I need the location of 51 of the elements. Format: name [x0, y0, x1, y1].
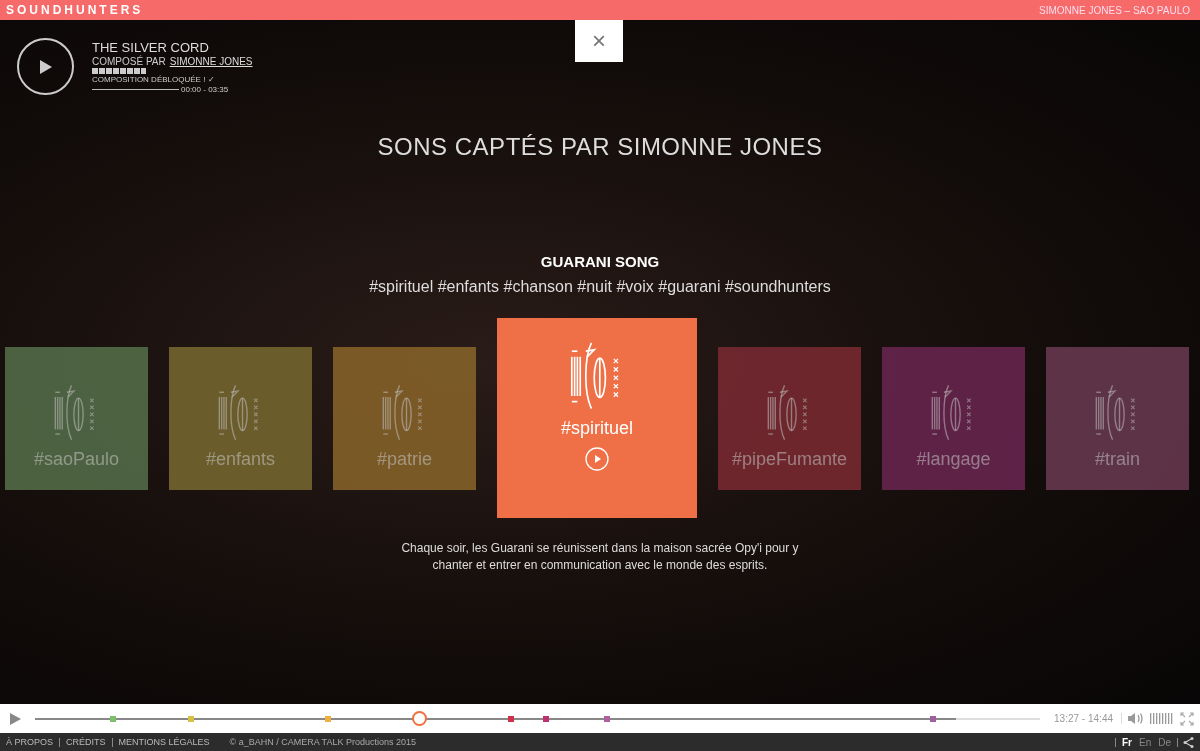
footer-link[interactable]: À PROPOS — [6, 737, 59, 747]
timeline-time: 13:27 - 14:44 — [1054, 713, 1122, 724]
timeline-marker[interactable] — [110, 715, 117, 722]
tile-label: #train — [1095, 448, 1140, 470]
section-heading: SONS CAPTÉS PAR SIMONNE JONES — [377, 133, 823, 161]
tile-label: #langage — [916, 448, 991, 470]
location-label: SIMONNE JONES – SAO PAULO — [1039, 4, 1190, 16]
composer-prefix: COMPOSÉ PAR — [92, 56, 166, 67]
volume-bars-drawing[interactable] — [1150, 713, 1174, 724]
composer-link[interactable]: SIMONNE JONES — [169, 56, 253, 67]
logo[interactable]: SOUNDHUNTERS — [6, 3, 144, 17]
language-link[interactable]: De — [1158, 737, 1171, 747]
sound-tile[interactable]: #enfants — [169, 346, 312, 490]
track-title: THE SILVER CORD — [92, 40, 210, 55]
composition-time: 00:00 - 03:35 — [181, 85, 229, 94]
sound-tile[interactable]: #patrie — [333, 346, 476, 490]
language-link[interactable]: Fr — [1121, 737, 1132, 747]
footer-link[interactable]: MENTIONS LÉGALES — [111, 737, 216, 747]
play-icon[interactable] — [10, 712, 21, 725]
play-icon — [38, 58, 53, 75]
song-title: GUARANI SONG — [540, 253, 660, 270]
fullscreen-icon[interactable] — [1180, 711, 1194, 726]
footer-link[interactable]: CRÉDITS — [59, 737, 112, 747]
timeline-marker[interactable] — [603, 715, 610, 722]
song-description: Chaque soir, les Guarani se réunissent dans la maison sacrée Opy'i pour y chanter et entrer en communication avec le monde des esprits. — [400, 540, 800, 574]
sound-tile[interactable]: #spirituel — [497, 318, 697, 518]
timeline-marker[interactable] — [508, 715, 515, 722]
close-button[interactable]: × — [575, 20, 623, 62]
speaker-icon[interactable] — [1128, 712, 1144, 725]
unlock-status: COMPOSITION DÉBLOQUÉE ! ✓ — [92, 75, 216, 84]
sound-tile[interactable]: #pipeFumante — [718, 346, 861, 490]
tile-label: #spirituel — [560, 418, 633, 439]
sound-tile[interactable]: #langage — [882, 346, 1025, 490]
play-button[interactable] — [17, 38, 74, 95]
tile-label: #pipeFumante — [731, 448, 848, 470]
share-icon[interactable] — [1183, 736, 1194, 748]
tile-label: #patrie — [376, 448, 432, 470]
play-icon[interactable] — [585, 447, 609, 471]
timeline-marker[interactable] — [325, 715, 332, 722]
song-tags: #spirituel #enfants #chanson #nuit #voix #guarani #soundhunters — [369, 278, 831, 296]
timeline-marker[interactable] — [929, 715, 936, 722]
tile-label: #saoPaulo — [33, 448, 120, 470]
sound-tile[interactable]: #train — [1046, 346, 1189, 490]
tile-label: #enfants — [205, 448, 276, 470]
copyright: © a_BAHN / CAMERA TALK Productions 2015 — [229, 737, 416, 747]
squares-drawing — [92, 68, 146, 74]
timeline-marker[interactable] — [411, 711, 427, 726]
timeline-marker[interactable] — [187, 715, 194, 722]
timeline-marker[interactable] — [542, 715, 549, 722]
language-link[interactable]: En — [1138, 737, 1152, 747]
sound-tile[interactable]: #saoPaulo — [5, 346, 148, 490]
